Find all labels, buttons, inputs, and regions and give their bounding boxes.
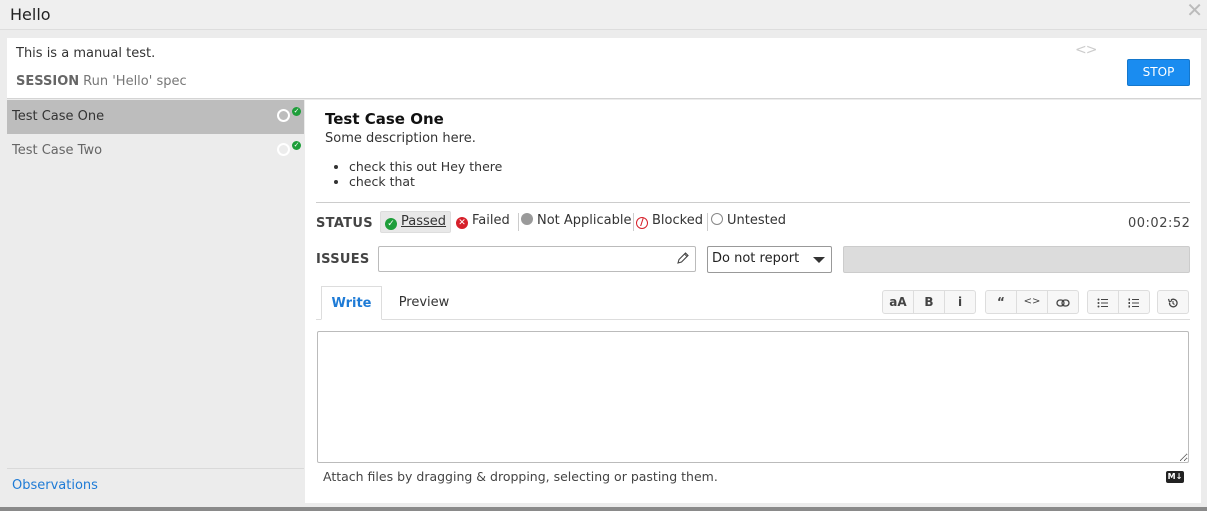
italic-button[interactable]: i <box>944 290 976 314</box>
status-label: STATUS <box>316 216 373 231</box>
session-value: Run 'Hello' spec <box>83 74 187 89</box>
check-badge-icon: ✓ <box>292 107 301 116</box>
separator <box>518 213 519 231</box>
session-label: SESSION <box>16 74 80 89</box>
status-passed-option[interactable]: ✓ Passed <box>380 211 452 233</box>
sidebar-divider <box>7 468 304 469</box>
report-target-field <box>843 246 1190 273</box>
close-icon[interactable]: ✕ <box>1186 0 1203 20</box>
chevron-down-icon <box>813 257 825 263</box>
status-ring-icon <box>277 143 290 156</box>
check-badge-icon: ✓ <box>292 141 301 150</box>
observations-link[interactable]: Observations <box>12 478 98 493</box>
bulleted-list-button[interactable] <box>1087 290 1119 314</box>
history-icon <box>1167 298 1178 307</box>
toolbar-insert-group: “ <> <box>985 290 1079 314</box>
elapsed-timer: 00:02:52 <box>1128 216 1191 231</box>
sidebar-item-test-case-one[interactable]: Test Case One ✓ <box>7 100 304 134</box>
bold-button[interactable]: B <box>913 290 945 314</box>
session-description: This is a manual test. <box>16 46 156 61</box>
issues-label: ISSUES <box>316 252 370 267</box>
status-blocked-option[interactable]: / Blocked <box>636 211 703 233</box>
session-info: SESSION Run 'Hello' spec <box>16 74 187 89</box>
bullet-list-icon <box>1097 298 1108 307</box>
toolbar-list-group <box>1087 290 1150 314</box>
test-case-panel: Test Case One Some description here. che… <box>305 100 1201 503</box>
report-select-value: Do not report <box>712 251 800 266</box>
check-circle-icon: ✓ <box>385 218 397 230</box>
quote-button[interactable]: “ <box>985 290 1017 314</box>
tab-write[interactable]: Write <box>321 286 382 320</box>
gray-dot-icon <box>521 213 533 225</box>
session-header: This is a manual test. SESSION Run 'Hello… <box>7 38 1201 99</box>
status-not-applicable-option[interactable]: Not Applicable <box>521 211 632 233</box>
x-circle-icon: ✕ <box>456 217 468 229</box>
code-toggle-icon[interactable]: <> <box>1075 42 1097 58</box>
status-untested-option[interactable]: Untested <box>711 211 786 233</box>
bottom-border <box>0 507 1207 511</box>
heading-button[interactable]: aA <box>882 290 914 314</box>
status-failed-option[interactable]: ✕ Failed <box>456 211 510 233</box>
report-select[interactable]: Do not report <box>707 246 832 273</box>
issues-input[interactable] <box>378 246 696 272</box>
list-item: check that <box>349 174 502 189</box>
window-titlebar: Hello ✕ <box>0 0 1207 30</box>
link-icon <box>1056 298 1070 307</box>
code-button[interactable]: <> <box>1016 290 1048 314</box>
case-description: Some description here. <box>325 131 476 146</box>
empty-circle-icon <box>711 213 723 225</box>
history-button[interactable] <box>1157 290 1189 314</box>
comment-textarea[interactable] <box>317 331 1189 463</box>
window-title: Hello <box>10 5 51 24</box>
tab-preview[interactable]: Preview <box>393 286 455 320</box>
separator <box>707 213 708 231</box>
attach-files-hint: Attach files by dragging & dropping, sel… <box>323 469 718 484</box>
case-steps-list: check this out Hey there check that <box>349 159 502 189</box>
numbered-list-icon <box>1128 298 1139 307</box>
numbered-list-button[interactable] <box>1118 290 1150 314</box>
status-ring-icon <box>277 109 290 122</box>
separator <box>633 213 634 231</box>
pencil-icon[interactable] <box>676 251 690 265</box>
case-title: Test Case One <box>325 110 444 128</box>
sidebar-item-label: Test Case Two <box>12 143 103 158</box>
sidebar-item-label: Test Case One <box>12 109 105 124</box>
markdown-icon[interactable]: M↓ <box>1166 471 1184 483</box>
list-item: check this out Hey there <box>349 159 502 174</box>
sidebar-item-test-case-two[interactable]: Test Case Two ✓ <box>7 134 304 168</box>
stop-button[interactable]: STOP <box>1127 59 1190 86</box>
link-button[interactable] <box>1047 290 1079 314</box>
test-case-sidebar: Test Case One ✓ Test Case Two ✓ Observat… <box>7 100 305 503</box>
blocked-icon: / <box>636 217 648 229</box>
toolbar-history-group <box>1157 290 1189 314</box>
toolbar-text-group: aA B i <box>882 290 976 314</box>
divider <box>316 202 1190 203</box>
